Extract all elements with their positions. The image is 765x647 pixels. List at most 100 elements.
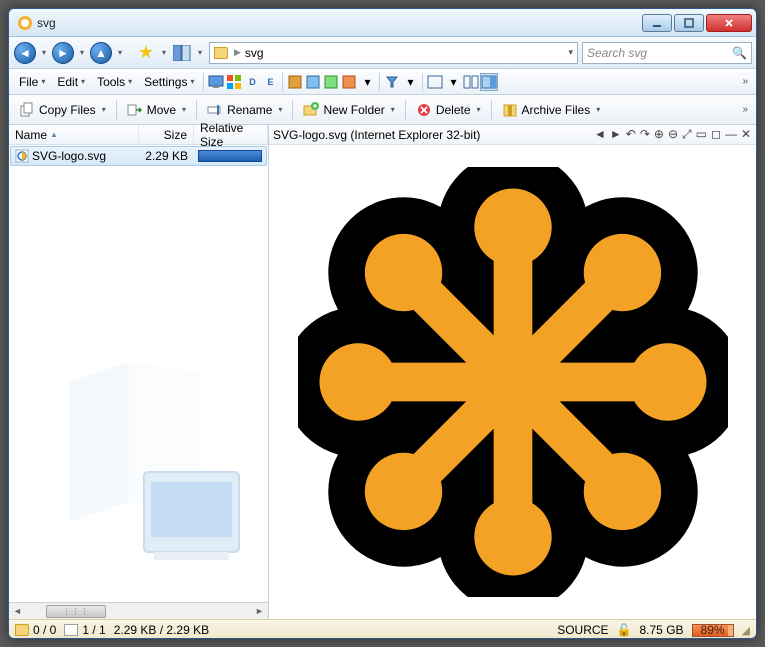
scroll-thumb[interactable]: ⋮⋮⋮ bbox=[46, 605, 106, 618]
tool-view2-icon[interactable] bbox=[304, 73, 322, 91]
status-folders: 0 / 0 bbox=[15, 623, 56, 637]
file-icon bbox=[64, 624, 78, 636]
toolbar-overflow-icon[interactable]: » bbox=[738, 76, 752, 87]
tool-filter-icon[interactable] bbox=[383, 73, 401, 91]
relative-size-bar bbox=[198, 150, 262, 162]
back-button[interactable]: ◄ bbox=[13, 41, 37, 65]
archive-button[interactable]: Archive Files▾ bbox=[496, 98, 607, 122]
column-name[interactable]: Name▲ bbox=[9, 125, 139, 144]
menu-edit[interactable]: Edit▾ bbox=[51, 72, 91, 92]
horizontal-scrollbar[interactable]: ◄ ⋮⋮⋮ ► bbox=[9, 602, 268, 619]
disk-usage-gauge: 89% bbox=[692, 624, 734, 637]
menu-file[interactable]: File▾ bbox=[13, 72, 51, 92]
back-history-dropdown[interactable]: ▾ bbox=[39, 48, 49, 57]
scroll-left-icon[interactable]: ◄ bbox=[9, 606, 26, 616]
menu-bar: File▾ Edit▾ Tools▾ Settings▾ D E ▾ ▾ ▾ » bbox=[9, 69, 756, 95]
maximize-button[interactable] bbox=[674, 14, 704, 32]
status-source: SOURCE bbox=[557, 623, 608, 637]
preview-fullscreen-icon[interactable]: ▭ bbox=[695, 127, 708, 142]
file-row[interactable]: SVG-logo.svg 2.29 KB bbox=[10, 146, 267, 166]
file-size: 2.29 KB bbox=[139, 149, 194, 163]
preview-rotate-right-icon[interactable]: ↷ bbox=[639, 127, 651, 142]
path-segment[interactable]: svg bbox=[245, 46, 264, 60]
sort-asc-icon: ▲ bbox=[50, 130, 58, 139]
address-dropdown[interactable]: ▾ bbox=[568, 47, 573, 58]
copy-files-button[interactable]: Copy Files▾ bbox=[13, 98, 112, 122]
action-bar: Copy Files▾ Move▾ Rename▾ New Folder▾ De… bbox=[9, 95, 756, 125]
preview-minimize-icon[interactable]: — bbox=[724, 127, 738, 142]
favorites-dropdown[interactable]: ▾ bbox=[159, 48, 169, 57]
svg-logo-preview bbox=[298, 167, 728, 597]
view-dual-pane-icon[interactable] bbox=[462, 73, 480, 91]
tool-view1-icon[interactable] bbox=[286, 73, 304, 91]
path-separator-icon: ▶ bbox=[234, 47, 241, 58]
column-header-row: Name▲ Size Relative Size bbox=[9, 125, 268, 145]
address-bar[interactable]: ▶ svg ▾ bbox=[209, 42, 578, 64]
column-size[interactable]: Size bbox=[139, 125, 194, 144]
view-single-pane-icon[interactable] bbox=[426, 73, 444, 91]
preview-fit-icon[interactable]: ⤢ bbox=[681, 127, 693, 142]
file-type-icon bbox=[15, 149, 29, 163]
view-preview-pane-icon[interactable] bbox=[480, 73, 498, 91]
preview-toolbar: ◄ ► ↶ ↷ ⊕ ⊖ ⤢ ▭ ◻ — ✕ bbox=[593, 127, 752, 142]
tool-view4-icon[interactable] bbox=[340, 73, 358, 91]
file-list[interactable]: SVG-logo.svg 2.29 KB bbox=[9, 145, 268, 602]
delete-button[interactable]: Delete▾ bbox=[410, 98, 487, 122]
nav-bar: ◄ ▾ ► ▾ ▲ ▾ ★ ▾ ▾ ▶ svg ▾ Search svg 🔍 bbox=[9, 37, 756, 69]
panels-button[interactable] bbox=[171, 42, 193, 64]
preview-back-icon[interactable]: ◄ bbox=[593, 127, 607, 142]
rename-icon bbox=[207, 102, 223, 118]
move-button[interactable]: Move▾ bbox=[121, 98, 192, 122]
preview-canvas bbox=[269, 145, 756, 619]
view-single-pane-drop[interactable]: ▾ bbox=[444, 73, 462, 91]
menu-settings[interactable]: Settings▾ bbox=[138, 72, 200, 92]
status-disk-free: 8.75 GB bbox=[640, 623, 684, 637]
body: Name▲ Size Relative Size SVG-logo.svg 2.… bbox=[9, 125, 756, 619]
tool-filter-drop[interactable]: ▾ bbox=[401, 73, 419, 91]
tool-desktop-icon[interactable] bbox=[207, 73, 225, 91]
preview-header: SVG-logo.svg (Internet Explorer 32-bit) … bbox=[269, 125, 756, 145]
favorites-button[interactable]: ★ bbox=[135, 42, 157, 64]
preview-fullscreen2-icon[interactable]: ◻ bbox=[710, 127, 722, 142]
preview-zoom-out-icon[interactable]: ⊖ bbox=[667, 127, 679, 142]
tool-windows-icon[interactable] bbox=[225, 73, 243, 91]
preview-title: SVG-logo.svg (Internet Explorer 32-bit) bbox=[273, 128, 593, 142]
search-placeholder: Search svg bbox=[587, 46, 647, 60]
menu-tools[interactable]: Tools▾ bbox=[91, 72, 138, 92]
folder-icon bbox=[214, 47, 228, 59]
move-icon bbox=[127, 102, 143, 118]
file-pane: Name▲ Size Relative Size SVG-logo.svg 2.… bbox=[9, 125, 269, 619]
resize-grip-icon[interactable]: ◢ bbox=[742, 624, 750, 637]
forward-button[interactable]: ► bbox=[51, 41, 75, 65]
preview-forward-icon[interactable]: ► bbox=[609, 127, 623, 142]
up-button[interactable]: ▲ bbox=[89, 41, 113, 65]
minimize-button[interactable] bbox=[642, 14, 672, 32]
preview-zoom-in-icon[interactable]: ⊕ bbox=[653, 127, 665, 142]
delete-icon bbox=[416, 102, 432, 118]
tool-view3-icon[interactable] bbox=[322, 73, 340, 91]
folder-icon bbox=[15, 624, 29, 636]
tool-drive-d[interactable]: D bbox=[243, 73, 261, 91]
search-icon[interactable]: 🔍 bbox=[732, 46, 747, 60]
preview-close-icon[interactable]: ✕ bbox=[740, 127, 752, 142]
status-files: 1 / 1 bbox=[64, 623, 105, 637]
up-history-dropdown[interactable]: ▾ bbox=[115, 48, 125, 57]
scroll-right-icon[interactable]: ► bbox=[251, 606, 268, 616]
panels-dropdown[interactable]: ▾ bbox=[195, 48, 205, 57]
close-button[interactable] bbox=[706, 14, 752, 32]
preview-rotate-left-icon[interactable]: ↶ bbox=[625, 127, 637, 142]
rename-button[interactable]: Rename▾ bbox=[201, 98, 288, 122]
copy-icon bbox=[19, 102, 35, 118]
status-bar: 0 / 0 1 / 1 2.29 KB / 2.29 KB SOURCE 🔓 8… bbox=[9, 619, 756, 639]
tool-drive-e[interactable]: E bbox=[261, 73, 279, 91]
file-name: SVG-logo.svg bbox=[32, 149, 106, 163]
search-box[interactable]: Search svg 🔍 bbox=[582, 42, 752, 64]
forward-history-dropdown[interactable]: ▾ bbox=[77, 48, 87, 57]
column-relative-size[interactable]: Relative Size bbox=[194, 125, 268, 144]
status-sizes: 2.29 KB / 2.29 KB bbox=[114, 623, 209, 637]
actionbar-overflow-icon[interactable]: » bbox=[738, 104, 752, 115]
background-folder-icon bbox=[49, 352, 249, 572]
tool-view4-drop[interactable]: ▾ bbox=[358, 73, 376, 91]
window-title: svg bbox=[37, 16, 640, 30]
new-folder-button[interactable]: New Folder▾ bbox=[297, 98, 400, 122]
